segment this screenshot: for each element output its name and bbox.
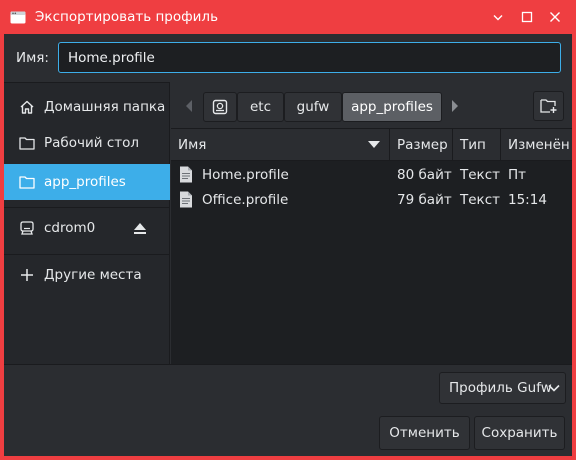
close-icon[interactable]	[546, 8, 564, 26]
plus-icon	[18, 266, 36, 284]
text-file-icon	[180, 166, 192, 183]
path-scroll-right-icon[interactable]	[446, 92, 464, 120]
column-header-modified[interactable]: Изменён	[500, 129, 572, 161]
sidebar-divider	[4, 254, 170, 255]
bottom-divider	[4, 364, 572, 365]
column-header-name[interactable]: Имя	[171, 129, 389, 161]
file-name: Home.profile	[202, 166, 289, 183]
file-type: Текст	[460, 191, 500, 208]
file-size: 80 байт	[397, 166, 452, 183]
file-type: Текст	[460, 166, 500, 183]
sidebar-item-label: Рабочий стол	[44, 135, 139, 151]
drive-icon	[18, 219, 36, 237]
sidebar-item-label: Домашняя папка	[44, 99, 166, 115]
sidebar-item-cdrom0[interactable]: cdrom0	[4, 210, 170, 246]
home-icon	[18, 98, 36, 116]
titlebar: Экспортировать профиль	[0, 0, 576, 34]
column-header-size[interactable]: Размер	[389, 129, 452, 161]
sidebar-item-label: cdrom0	[44, 220, 96, 236]
path-crumb-app-profiles[interactable]: app_profiles	[342, 92, 442, 122]
cancel-button[interactable]: Отменить	[379, 416, 470, 450]
table-row[interactable]: Office.profile 79 байт Текст 15:14	[171, 187, 572, 212]
path-bar: etc gufw app_profiles	[176, 88, 458, 122]
file-dialog: Имя: Домашняя папка Рабочий стол app_p	[4, 34, 572, 456]
places-sidebar: Домашняя папка Рабочий стол app_profiles	[4, 82, 170, 364]
sidebar-item-label: app_profiles	[44, 174, 126, 190]
sidebar-item-app-profiles[interactable]: app_profiles	[4, 164, 170, 200]
sidebar-divider	[4, 207, 170, 208]
app-icon	[10, 11, 26, 24]
save-button[interactable]: Сохранить	[474, 416, 565, 450]
sidebar-item-label: Другие места	[44, 267, 142, 283]
new-folder-icon	[539, 99, 556, 113]
column-header-type[interactable]: Тип	[452, 129, 500, 161]
file-size: 79 байт	[397, 191, 452, 208]
eject-icon[interactable]	[132, 220, 148, 236]
name-label: Имя:	[16, 50, 49, 66]
minimize-icon[interactable]	[489, 8, 507, 26]
path-crumb-gufw[interactable]: gufw	[284, 92, 342, 122]
window-title: Экспортировать профиль	[35, 9, 219, 25]
file-modified: Пт	[508, 166, 527, 183]
export-profile-window: Экспортировать профиль Имя: Домашняя пап…	[0, 0, 576, 460]
filter-selected-label: Профиль Gufw	[449, 380, 552, 396]
file-list: Имя Размер Тип Изменён Home.profile 80 б…	[171, 128, 572, 364]
folder-icon	[18, 173, 36, 191]
sidebar-item-desktop[interactable]: Рабочий стол	[4, 125, 170, 161]
file-filter-dropdown[interactable]: Профиль Gufw	[439, 372, 566, 404]
path-root-button[interactable]	[203, 92, 237, 122]
file-modified: 15:14	[508, 191, 547, 208]
new-folder-button[interactable]	[533, 91, 564, 121]
path-scroll-left-icon[interactable]	[180, 92, 198, 120]
drive-root-icon	[212, 99, 228, 115]
chevron-down-icon	[548, 384, 560, 392]
file-name: Office.profile	[202, 191, 289, 208]
sort-descending-icon	[368, 141, 380, 148]
filename-input[interactable]	[58, 42, 561, 73]
sidebar-item-other-locations[interactable]: Другие места	[4, 257, 170, 293]
path-crumb-etc[interactable]: etc	[237, 92, 284, 122]
sidebar-item-home[interactable]: Домашняя папка	[4, 89, 170, 125]
text-file-icon	[180, 191, 192, 208]
table-row[interactable]: Home.profile 80 байт Текст Пт	[171, 162, 572, 187]
file-list-header: Имя Размер Тип Изменён	[171, 129, 572, 161]
maximize-icon[interactable]	[518, 8, 536, 26]
folder-icon	[18, 134, 36, 152]
